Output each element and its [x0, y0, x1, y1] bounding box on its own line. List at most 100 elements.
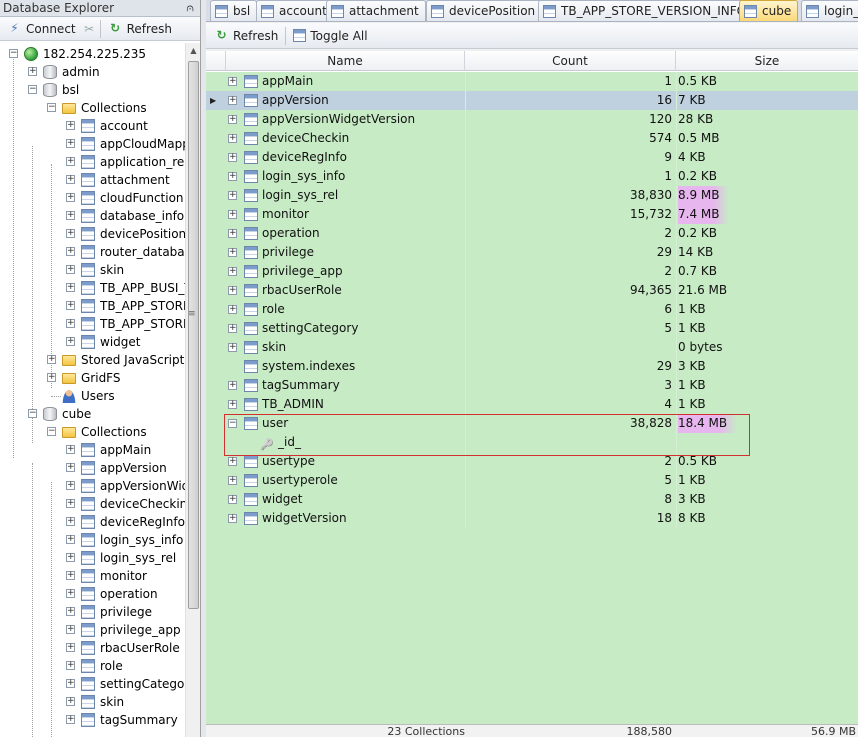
tree-collection[interactable]: + privilege: [0, 603, 185, 621]
table-row[interactable]: + appVersionWidgetVersion 120 28 KB: [206, 110, 858, 129]
expand-icon[interactable]: +: [66, 535, 75, 544]
expand-icon[interactable]: +: [228, 305, 237, 314]
expand-icon[interactable]: +: [66, 463, 75, 472]
table-row[interactable]: + deviceCheckin 574 0.5 MB: [206, 129, 858, 148]
expand-icon[interactable]: +: [228, 229, 237, 238]
expand-icon[interactable]: +: [228, 210, 237, 219]
unplug-icon[interactable]: ✂: [82, 22, 97, 36]
tree-collection[interactable]: + attachment: [0, 171, 185, 189]
expand-icon[interactable]: +: [228, 324, 237, 333]
expand-icon[interactable]: +: [66, 517, 75, 526]
collapse-icon[interactable]: −: [9, 49, 18, 58]
table-row[interactable]: + operation 2 0.2 KB: [206, 224, 858, 243]
tab-deviceposition[interactable]: devicePosition: [426, 0, 543, 21]
tree-db-cube[interactable]: − cube: [0, 405, 185, 423]
tree-collection[interactable]: + appCloudMapp: [0, 135, 185, 153]
tree-collection[interactable]: + TB_APP_BUSI_T: [0, 279, 185, 297]
expand-icon[interactable]: +: [28, 67, 37, 76]
tree-db-bsl[interactable]: − bsl: [0, 81, 185, 99]
expand-icon[interactable]: +: [66, 301, 75, 310]
tree-collection[interactable]: + deviceRegInfo: [0, 513, 185, 531]
tab-login-s[interactable]: login_s: [801, 0, 858, 21]
expand-icon[interactable]: +: [66, 193, 75, 202]
expand-icon[interactable]: +: [66, 175, 75, 184]
tree-collection[interactable]: + login_sys_rel: [0, 549, 185, 567]
scrollbar-thumb[interactable]: [188, 61, 199, 609]
table-row[interactable]: + deviceRegInfo 9 4 KB: [206, 148, 858, 167]
expand-icon[interactable]: +: [66, 679, 75, 688]
collapse-icon[interactable]: −: [47, 103, 56, 112]
tab-tb-app-store-version-info[interactable]: TB_APP_STORE_VERSION_INFO: [538, 0, 754, 21]
tree-collection[interactable]: + skin: [0, 693, 185, 711]
expand-icon[interactable]: +: [66, 499, 75, 508]
expand-icon[interactable]: +: [47, 373, 56, 382]
expand-icon[interactable]: +: [66, 607, 75, 616]
expand-icon[interactable]: +: [228, 400, 237, 409]
expand-icon[interactable]: +: [228, 172, 237, 181]
tree-collection[interactable]: + appVersion: [0, 459, 185, 477]
expand-icon[interactable]: +: [228, 191, 237, 200]
expand-icon[interactable]: +: [228, 77, 237, 86]
expand-icon[interactable]: +: [66, 319, 75, 328]
table-row[interactable]: + settingCategory 5 1 KB: [206, 319, 858, 338]
tree-collection[interactable]: + router_database: [0, 243, 185, 261]
tree-collection[interactable]: + deviceCheckin: [0, 495, 185, 513]
pin-icon[interactable]: ⩀: [186, 0, 194, 16]
tree-users[interactable]: Users: [0, 387, 185, 405]
connect-button[interactable]: ⚡ Connect: [3, 19, 80, 38]
expand-icon[interactable]: +: [66, 643, 75, 652]
table-row[interactable]: + usertype 2 0.5 KB: [206, 452, 858, 471]
table-row[interactable]: + appMain 1 0.5 KB: [206, 72, 858, 91]
tree-collection[interactable]: + settingCategory: [0, 675, 185, 693]
table-row[interactable]: + privilege 29 14 KB: [206, 243, 858, 262]
table-row[interactable]: + tagSummary 3 1 KB: [206, 376, 858, 395]
column-header-size[interactable]: Size: [676, 51, 858, 71]
tab-cube[interactable]: cube: [739, 0, 799, 21]
expand-icon[interactable]: +: [228, 267, 237, 276]
table-row[interactable]: + privilege_app 2 0.7 KB: [206, 262, 858, 281]
expand-icon[interactable]: +: [228, 514, 237, 523]
collapse-icon[interactable]: −: [28, 85, 37, 94]
tab-attachment[interactable]: attachment: [326, 0, 426, 21]
table-row[interactable]: + rbacUserRole 94,365 21.6 MB: [206, 281, 858, 300]
table-row[interactable]: + login_sys_rel 38,830 8.9 MB: [206, 186, 858, 205]
expand-icon[interactable]: +: [66, 697, 75, 706]
table-row[interactable]: + widget 8 3 KB: [206, 490, 858, 509]
collapse-icon[interactable]: −: [28, 409, 37, 418]
column-header-name[interactable]: Name: [226, 51, 465, 71]
refresh-tree-button[interactable]: ↻ Refresh: [104, 19, 176, 38]
expand-icon[interactable]: +: [228, 457, 237, 466]
tree-collection[interactable]: + account: [0, 117, 185, 135]
expand-icon[interactable]: +: [228, 495, 237, 504]
tree-folder-collections[interactable]: − Collections: [0, 423, 185, 441]
tree-collection[interactable]: + login_sys_info: [0, 531, 185, 549]
tree-collection[interactable]: + operation: [0, 585, 185, 603]
expand-icon[interactable]: +: [66, 571, 75, 580]
tree-collection[interactable]: + widget: [0, 333, 185, 351]
expand-icon[interactable]: +: [228, 381, 237, 390]
table-row[interactable]: + skin 0 bytes: [206, 338, 858, 357]
tree-collection[interactable]: + privilege_app: [0, 621, 185, 639]
tree-db-admin[interactable]: + admin: [0, 63, 185, 81]
expand-icon[interactable]: +: [66, 445, 75, 454]
expand-icon[interactable]: +: [66, 229, 75, 238]
table-row[interactable]: + role 6 1 KB: [206, 300, 858, 319]
tree-collection[interactable]: + monitor: [0, 567, 185, 585]
collapse-icon[interactable]: −: [47, 427, 56, 436]
expand-icon[interactable]: +: [228, 96, 237, 105]
collapse-icon[interactable]: −: [228, 419, 237, 428]
expand-icon[interactable]: +: [228, 343, 237, 352]
refresh-grid-button[interactable]: ↻ Refresh: [210, 26, 282, 45]
tree-collection[interactable]: + application_reg: [0, 153, 185, 171]
expand-icon[interactable]: +: [66, 715, 75, 724]
table-row[interactable]: system.indexes 29 3 KB: [206, 357, 858, 376]
index-row[interactable]: 🔑 _id_: [206, 433, 858, 452]
expand-icon[interactable]: +: [47, 355, 56, 364]
expand-icon[interactable]: +: [66, 481, 75, 490]
table-row[interactable]: + monitor 15,732 7.4 MB: [206, 205, 858, 224]
expand-icon[interactable]: +: [66, 625, 75, 634]
table-row[interactable]: + widgetVersion 18 8 KB: [206, 509, 858, 528]
tree-collection[interactable]: + cloudFunction: [0, 189, 185, 207]
table-row[interactable]: + usertyperole 5 1 KB: [206, 471, 858, 490]
expand-icon[interactable]: +: [228, 286, 237, 295]
